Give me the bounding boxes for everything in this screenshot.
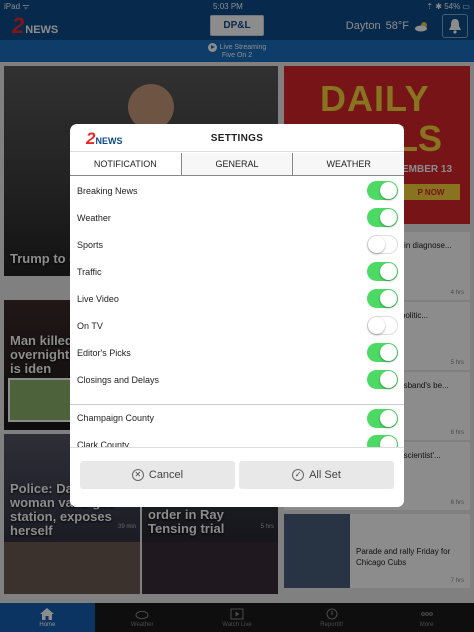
notification-label: Champaign County: [77, 413, 155, 423]
notification-toggle[interactable]: [367, 343, 398, 362]
notification-toggle[interactable]: [367, 316, 398, 335]
modal-footer: ✕ Cancel ✓ All Set: [70, 447, 404, 507]
toggle-knob: [380, 263, 397, 280]
settings-tabs: NOTIFICATION GENERAL WEATHER: [70, 153, 404, 176]
toggle-knob: [380, 344, 397, 361]
all-set-button[interactable]: ✓ All Set: [239, 461, 394, 489]
notification-label: Editor's Picks: [77, 347, 131, 358]
cancel-label: Cancel: [148, 469, 184, 481]
notification-toggle[interactable]: [367, 435, 398, 447]
settings-modal: 2 NEWS SETTINGS NOTIFICATION GENERAL WEA…: [70, 124, 404, 507]
all-set-label: All Set: [309, 469, 341, 481]
tab-general[interactable]: GENERAL: [180, 153, 293, 175]
notification-toggle[interactable]: [367, 262, 398, 281]
checkmark-icon: ✓: [292, 469, 305, 481]
notification-label: Live Video: [77, 293, 119, 304]
toggle-knob: [368, 236, 385, 253]
notification-row: Clark County: [70, 431, 404, 447]
toggle-knob: [380, 290, 397, 307]
notification-toggle[interactable]: [367, 235, 398, 254]
notification-toggle[interactable]: [367, 409, 398, 428]
notification-label: Sports: [77, 239, 104, 250]
toggle-knob: [380, 371, 397, 388]
toggle-knob: [380, 182, 397, 199]
notification-row: Breaking News: [70, 177, 404, 204]
app: iPad ᯤ 5:03 PM ⇡ ✱ 54% ▭ 2 NEWS DP&L Day…: [0, 0, 474, 632]
toggle-knob: [380, 209, 397, 226]
notification-row: On TV: [70, 312, 404, 339]
toggle-knob: [368, 317, 385, 334]
notification-label: Closings and Delays: [77, 374, 160, 385]
notification-toggle[interactable]: [367, 208, 398, 227]
notification-toggle[interactable]: [367, 370, 398, 389]
notification-toggle[interactable]: [367, 289, 398, 308]
notification-row: Live Video: [70, 285, 404, 312]
tab-weather-settings[interactable]: WEATHER: [292, 153, 404, 175]
notification-label: On TV: [77, 320, 103, 331]
notification-toggle[interactable]: [367, 181, 398, 200]
notification-row: Champaign County: [70, 404, 404, 431]
toggle-knob: [380, 436, 397, 447]
notification-label: Weather: [77, 212, 111, 223]
notification-list[interactable]: Breaking News Weather Sports Traffic Live Vi…: [70, 177, 404, 447]
notification-label: Breaking News: [77, 185, 138, 196]
modal-title: SETTINGS: [210, 133, 264, 144]
cancel-button[interactable]: ✕ Cancel: [80, 461, 235, 489]
toggle-knob: [380, 410, 397, 427]
notification-row: Weather: [70, 204, 404, 231]
notification-row: Closings and Delays: [70, 366, 404, 393]
notification-label: Traffic: [77, 266, 102, 277]
notification-row: Traffic: [70, 258, 404, 285]
modal-header: 2 NEWS SETTINGS: [70, 124, 404, 152]
tab-notification[interactable]: NOTIFICATION: [70, 153, 181, 175]
notification-row: Sports: [70, 231, 404, 258]
cancel-icon: ✕: [131, 469, 144, 481]
notification-label: Clark County: [77, 439, 130, 448]
notification-row: Editor's Picks: [70, 339, 404, 366]
